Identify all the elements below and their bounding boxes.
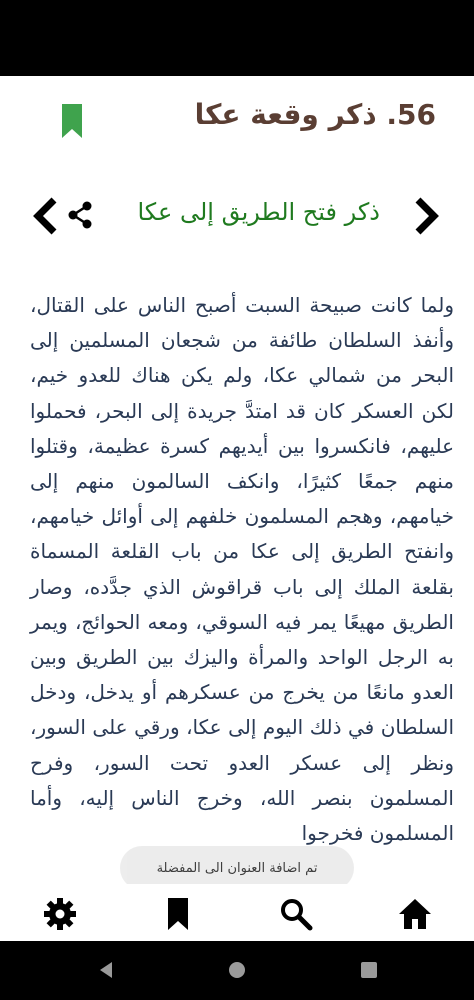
reader-page: 56. ذكر وقعة عكا ذكر فتح الطريق إلى عكا … — [0, 76, 474, 941]
section-title: ذكر فتح الطريق إلى عكا — [137, 198, 380, 226]
chapter-title: 56. ذكر وقعة عكا — [194, 98, 436, 131]
system-navigation-bar — [0, 941, 474, 1000]
home-icon[interactable] — [397, 896, 433, 932]
gear-icon[interactable] — [42, 896, 78, 932]
home-circle-icon[interactable] — [227, 960, 247, 980]
chevron-right-icon[interactable] — [410, 196, 444, 236]
section-navigation: ذكر فتح الطريق إلى عكا — [0, 194, 474, 238]
status-bar — [0, 0, 474, 76]
title-row: 56. ذكر وقعة عكا — [0, 76, 474, 166]
search-icon[interactable] — [278, 896, 314, 932]
bookmark-icon[interactable] — [160, 896, 196, 932]
chapter-text: ولما كانت صبيحة السبت أصبح الناس على الق… — [30, 293, 454, 846]
back-icon[interactable] — [96, 960, 116, 980]
bottom-navigation — [0, 884, 474, 941]
bookmark-icon[interactable] — [62, 104, 82, 138]
share-icon[interactable] — [66, 200, 94, 230]
chevron-left-icon[interactable] — [28, 196, 62, 236]
app-screen: 56. ذكر وقعة عكا ذكر فتح الطريق إلى عكا … — [0, 0, 474, 1000]
recents-icon[interactable] — [359, 960, 379, 980]
